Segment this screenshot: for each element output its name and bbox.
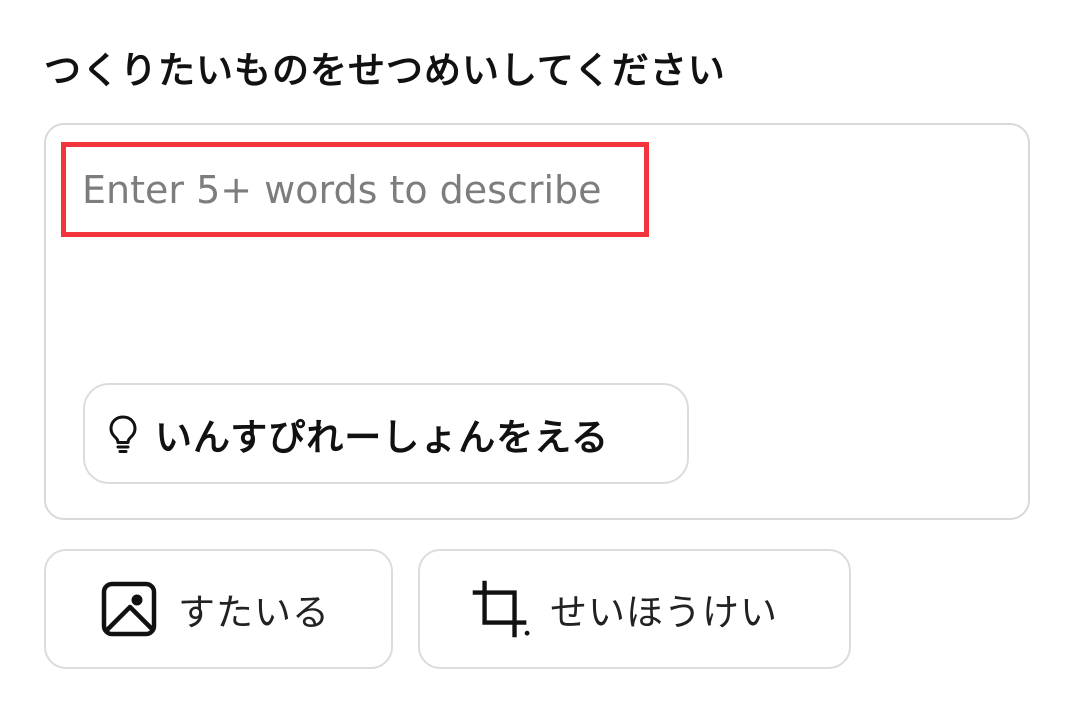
prompt-title: つくりたいものをせつめいしてください (44, 49, 726, 92)
aspect-ratio-button[interactable]: せいほうけい (418, 549, 851, 669)
style-label: すたいる (178, 591, 330, 634)
style-button[interactable]: すたいる (44, 549, 393, 669)
get-inspiration-button[interactable]: いんすぴれーしょんをえる (83, 383, 689, 484)
aspect-ratio-label: せいほうけい (550, 591, 778, 634)
ai-prompt-panel: つくりたいものをせつめいしてください いんすぴれーしょんをえる すたいる (0, 0, 1080, 720)
lightbulb-icon (105, 412, 141, 456)
get-inspiration-label: いんすぴれーしょんをえる (155, 415, 610, 459)
prompt-input[interactable] (82, 160, 1002, 220)
image-icon (100, 580, 158, 638)
crop-icon (472, 580, 530, 638)
